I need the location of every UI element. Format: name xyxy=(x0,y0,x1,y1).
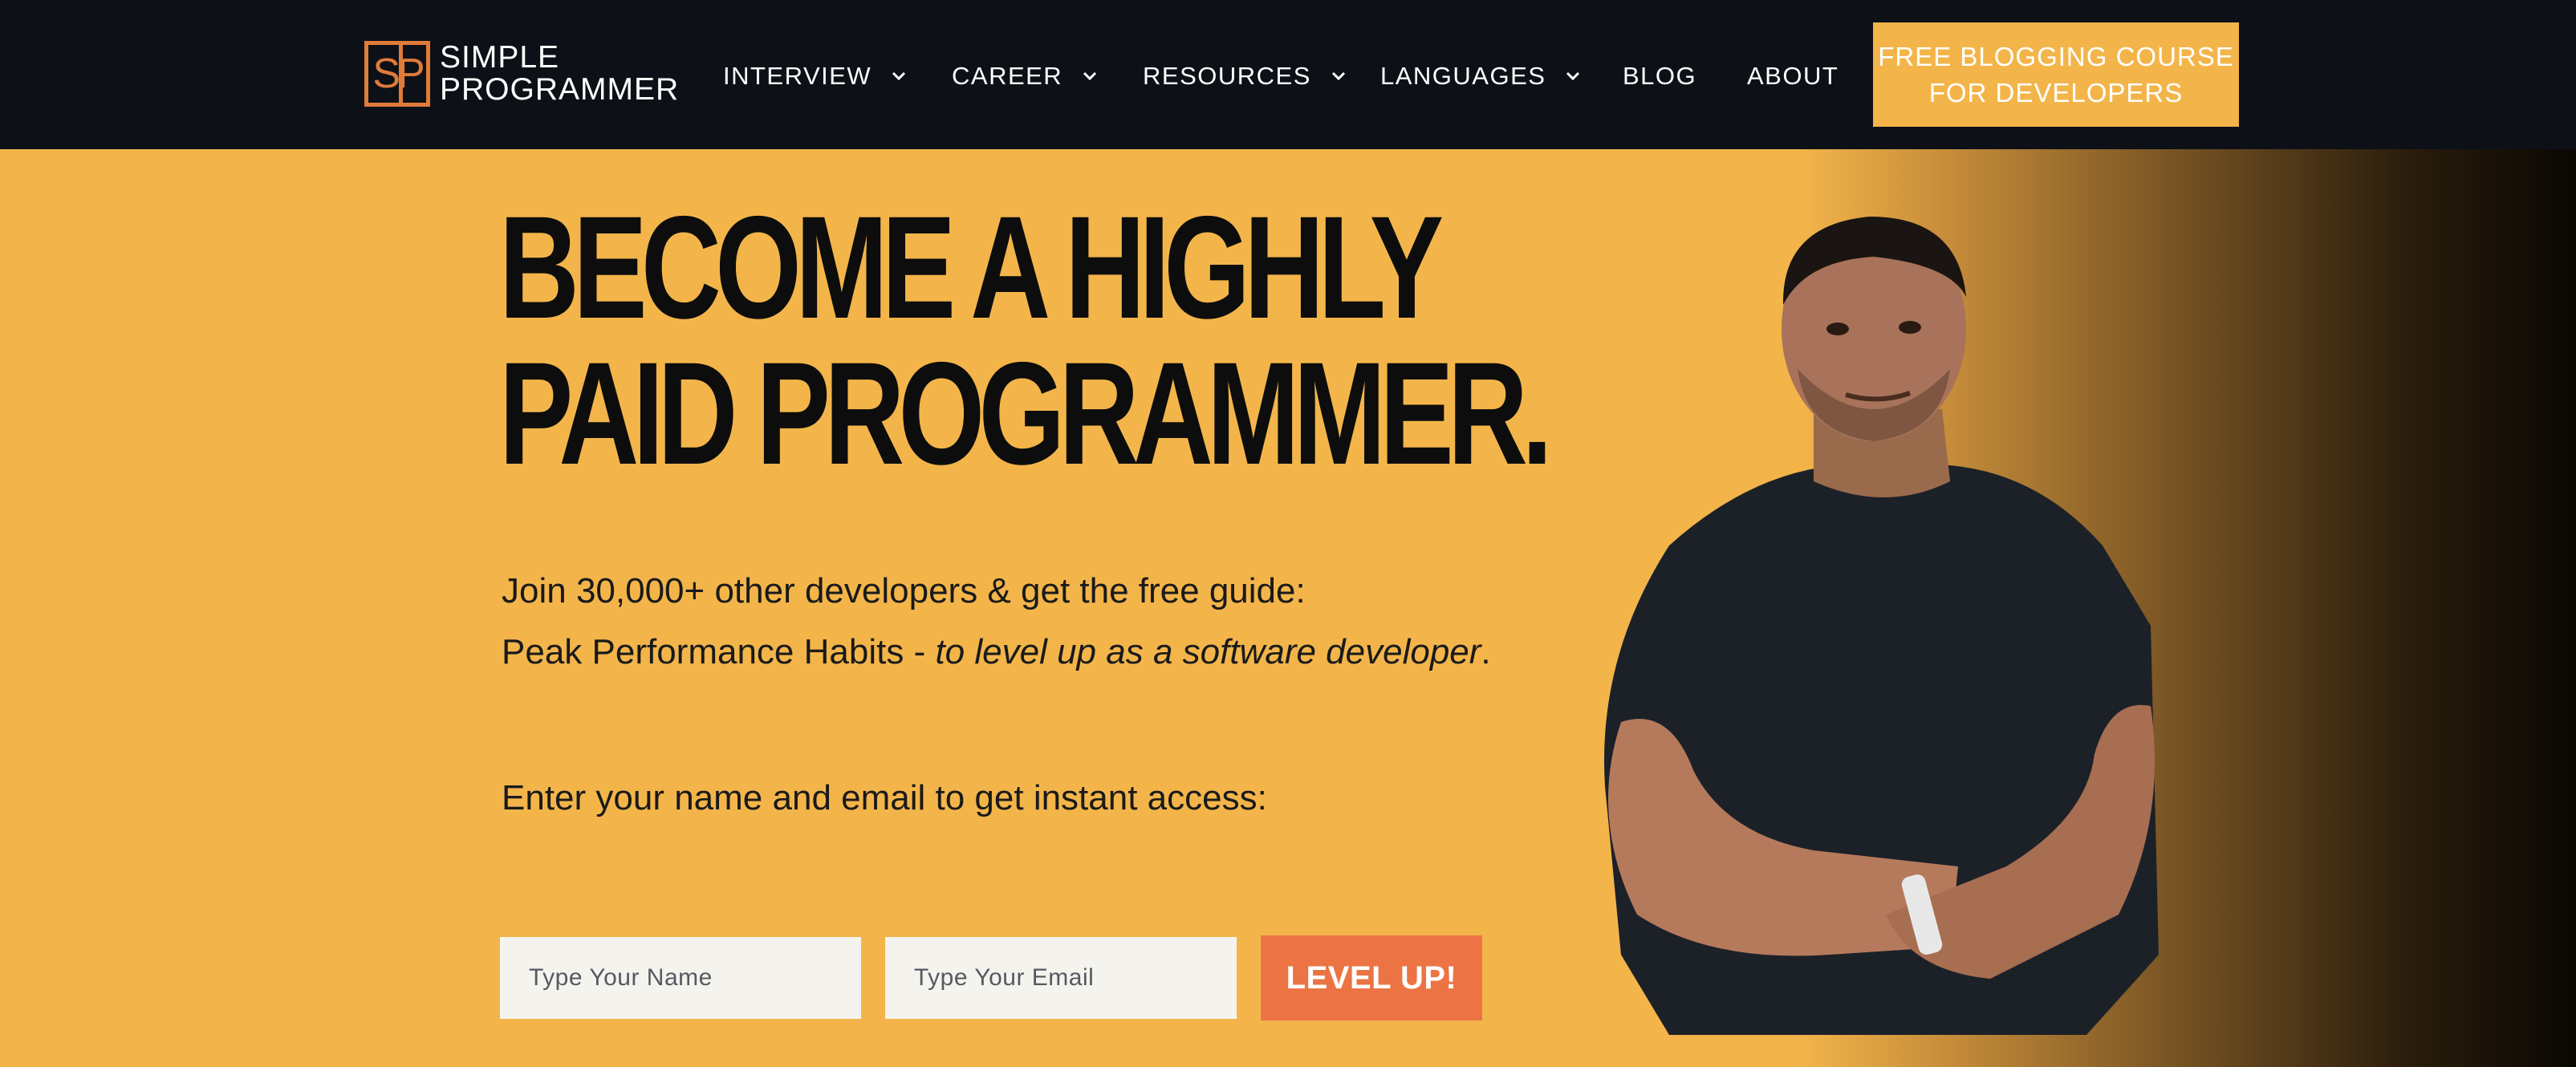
nav-item-about[interactable]: ABOUT xyxy=(1747,56,1839,96)
cta-line-1: FREE BLOGGING COURSE xyxy=(1878,42,2234,71)
name-input[interactable] xyxy=(500,937,861,1019)
nav-label: LANGUAGES xyxy=(1380,62,1546,90)
nav-label: BLOG xyxy=(1623,62,1697,90)
nav-item-blog[interactable]: BLOG xyxy=(1623,56,1696,96)
nav-item-interview[interactable]: INTERVIEW xyxy=(723,56,908,96)
portrait-image xyxy=(1604,217,2159,1035)
logo-line-simple: SIMPLE xyxy=(440,40,560,75)
site-logo[interactable]: SP SIMPLE PROGRAMMER xyxy=(364,40,679,108)
nav-label: ABOUT xyxy=(1747,62,1839,90)
join-text: Join 30,000+ other developers & get the … xyxy=(502,571,1306,611)
cta-line-2: FOR DEVELOPERS xyxy=(1928,78,2184,108)
nav-item-resources[interactable]: RESOURCES xyxy=(1143,56,1348,96)
logo-line-programmer: PROGRAMMER xyxy=(440,72,680,107)
guide-tagline: to level up as a software developer xyxy=(935,632,1481,671)
chevron-down-icon xyxy=(1331,71,1345,81)
level-up-button[interactable]: LEVEL UP! xyxy=(1261,935,1482,1020)
nav-label: RESOURCES xyxy=(1143,62,1311,90)
guide-end: . xyxy=(1481,632,1491,671)
email-input[interactable] xyxy=(885,937,1237,1019)
nav-item-languages[interactable]: LANGUAGES xyxy=(1380,56,1583,96)
guide-text: Peak Performance Habits - to level up as… xyxy=(502,632,1491,672)
nav-label: INTERVIEW xyxy=(723,62,872,90)
guide-name: Peak Performance Habits - xyxy=(502,632,936,671)
nav-label: CAREER xyxy=(952,62,1063,90)
access-prompt: Enter your name and email to get instant… xyxy=(502,778,1267,817)
chevron-down-icon xyxy=(1083,71,1097,81)
sp-logo-icon: SP xyxy=(364,41,430,107)
headline-line-2: PAID PROGRAMMER. xyxy=(499,331,1553,495)
free-blogging-course-button[interactable]: FREE BLOGGING COURSE FOR DEVELOPERS xyxy=(1873,22,2239,127)
nav-item-career[interactable]: CAREER xyxy=(952,56,1099,96)
hero-headline: BECOME A HIGHLY PAID PROGRAMMER. xyxy=(499,185,1553,495)
top-nav-bar: SP SIMPLE PROGRAMMER INTERVIEW CAREER RE… xyxy=(0,0,2576,149)
chevron-down-icon xyxy=(892,71,906,81)
headline-line-1: BECOME A HIGHLY xyxy=(499,185,1444,349)
hero-section: BECOME A HIGHLY PAID PROGRAMMER. Join 30… xyxy=(0,149,2576,1067)
chevron-down-icon xyxy=(1566,71,1580,81)
logo-text: SIMPLE PROGRAMMER xyxy=(440,42,679,106)
